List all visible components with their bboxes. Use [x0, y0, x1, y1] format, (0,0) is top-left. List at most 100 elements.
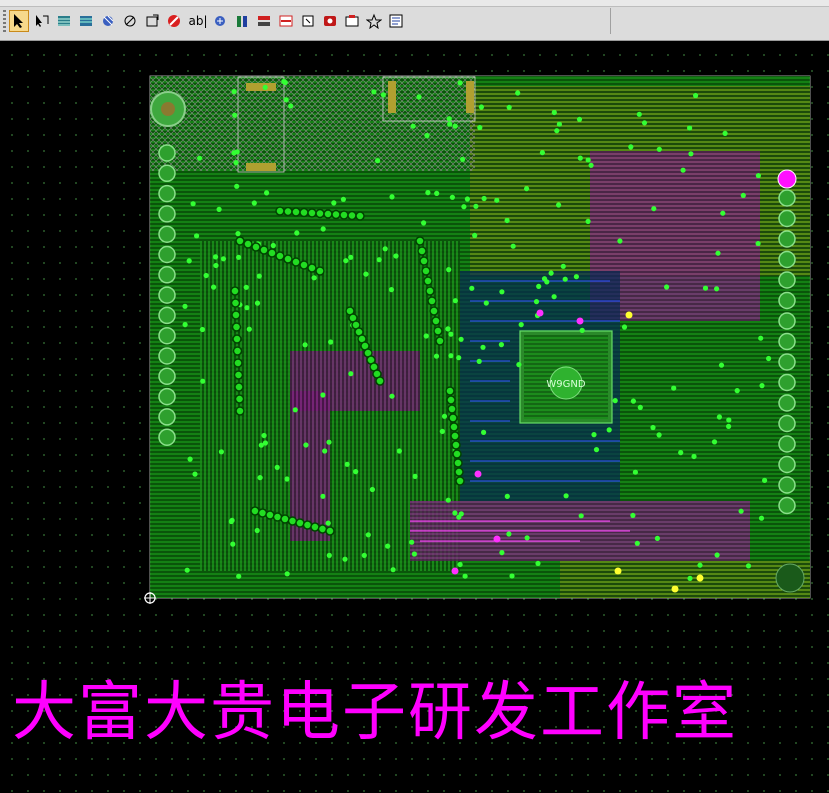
via	[758, 335, 764, 341]
via	[593, 447, 600, 453]
via	[382, 246, 388, 252]
via-chain	[230, 286, 240, 296]
via	[745, 563, 752, 569]
via	[446, 116, 452, 122]
via-chain	[259, 245, 269, 255]
via	[361, 552, 367, 558]
via-chain	[231, 322, 242, 332]
route-tool-button[interactable]	[32, 10, 52, 32]
pin1-highlight-pad[interactable]	[777, 169, 797, 189]
via	[452, 298, 458, 304]
via	[691, 453, 697, 460]
via	[548, 270, 554, 276]
via	[409, 539, 415, 545]
via-chain	[325, 526, 335, 536]
hatch-icon	[103, 15, 114, 26]
via-chain	[431, 316, 441, 326]
via	[654, 535, 661, 541]
dimension-tool-button[interactable]	[254, 10, 274, 32]
via	[726, 423, 732, 429]
via	[656, 146, 662, 152]
drc-tool-button[interactable]	[276, 10, 296, 32]
via	[617, 238, 623, 244]
via	[425, 190, 431, 196]
no-entry-tool-button[interactable]	[164, 10, 184, 32]
via	[448, 331, 454, 337]
plane-area-tool-button[interactable]	[76, 10, 96, 32]
via	[294, 230, 300, 236]
via-chain	[234, 382, 244, 392]
via	[216, 206, 222, 212]
studio-caption: 大富大贵电子研发工作室	[12, 676, 738, 750]
header-pin	[158, 205, 176, 223]
via	[464, 196, 470, 202]
header-pin	[158, 306, 176, 325]
via	[734, 388, 740, 394]
via	[473, 203, 479, 209]
via	[716, 414, 723, 420]
via	[458, 511, 464, 517]
via-chain	[307, 208, 317, 218]
via	[343, 258, 349, 264]
via	[262, 84, 268, 90]
via-chain	[425, 286, 435, 296]
via	[369, 486, 375, 493]
via-chain	[454, 467, 464, 477]
via-chain	[421, 266, 431, 276]
via	[190, 201, 196, 207]
via	[539, 150, 546, 156]
via	[218, 449, 224, 455]
report-tool-button[interactable]	[386, 10, 406, 32]
copper-pour-tool-button[interactable]	[54, 10, 74, 32]
via-chain	[291, 257, 301, 267]
hatch-tool-button[interactable]	[98, 10, 118, 32]
via	[632, 469, 639, 475]
via	[200, 378, 206, 384]
via	[499, 289, 505, 295]
chip-label: W9GND	[546, 379, 585, 390]
via	[656, 432, 662, 438]
component-tool-button[interactable]	[298, 10, 318, 32]
via	[353, 469, 359, 475]
toolbar-grip-handle[interactable]	[3, 10, 6, 32]
header-pin	[158, 286, 176, 304]
via	[244, 305, 250, 311]
text-tool-button[interactable]: ab|	[186, 10, 210, 32]
via	[303, 442, 309, 448]
via	[254, 300, 261, 306]
select-tool-button[interactable]	[9, 10, 29, 32]
via	[738, 508, 744, 514]
via-chain	[283, 206, 293, 217]
via	[187, 456, 193, 462]
via	[688, 151, 694, 157]
via	[232, 112, 238, 118]
via	[524, 535, 530, 541]
drill-tool-button[interactable]	[364, 10, 384, 32]
layer-pair-tool-button[interactable]	[232, 10, 252, 32]
via	[577, 155, 583, 161]
cutout-icon	[146, 14, 159, 27]
via	[458, 336, 464, 342]
via	[651, 206, 657, 212]
via	[376, 257, 382, 263]
cutout-tool-button[interactable]	[142, 10, 162, 32]
via	[447, 121, 453, 127]
flood-tool-button[interactable]	[210, 10, 230, 32]
via	[755, 173, 762, 179]
via	[494, 197, 500, 203]
header-pin	[778, 291, 796, 310]
pour-outline-tool-button[interactable]	[120, 10, 140, 32]
via	[714, 286, 720, 292]
keepout-tool-button[interactable]	[320, 10, 340, 32]
via	[410, 123, 416, 129]
magenta-pad	[536, 309, 544, 317]
header-pin	[778, 435, 796, 453]
via	[288, 103, 294, 109]
via	[591, 432, 597, 438]
pcb-workspace[interactable]: W9GND 大富大贵电子研发工作室	[0, 41, 829, 793]
cam-tool-button[interactable]	[342, 10, 362, 32]
via-chain	[299, 260, 309, 270]
via	[766, 355, 772, 362]
via-chain	[317, 524, 328, 534]
copper-pour-icon	[58, 16, 70, 26]
